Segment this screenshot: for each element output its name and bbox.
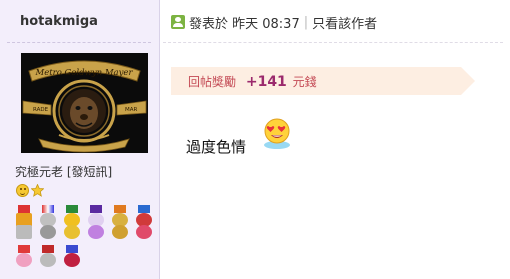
avatar-side-text-left: RADE bbox=[33, 107, 49, 113]
user-post-icon bbox=[171, 15, 185, 29]
author-sidebar: hotakmiga Metro Goldwyn Mayer RADE MAR 究… bbox=[0, 0, 160, 279]
user-rank: 究極元老 [發短訊] bbox=[15, 163, 112, 180]
reward-label: 回帖獎勵 bbox=[188, 75, 237, 89]
medal-icon[interactable] bbox=[111, 223, 129, 245]
post-timestamp: 發表於 昨天 08:37 bbox=[189, 16, 300, 32]
view-author-only-link[interactable]: 只看該作者 bbox=[312, 13, 377, 32]
rank-stars bbox=[16, 184, 44, 197]
medal-icon[interactable] bbox=[39, 245, 57, 267]
rank-title: 究極元老 bbox=[15, 165, 64, 179]
meta-separator: | bbox=[303, 14, 309, 30]
mgm-logo-image: Metro Goldwyn Mayer RADE MAR bbox=[21, 53, 148, 153]
reward-unit: 元錢 bbox=[292, 75, 317, 89]
medal-icon[interactable] bbox=[63, 223, 81, 245]
reply-reward-banner: 回帖獎勵 +141 元錢 bbox=[171, 67, 475, 95]
smiley-icon bbox=[16, 184, 29, 197]
medal-icon[interactable] bbox=[63, 245, 81, 267]
post-meta: 發表於 昨天 08:37 | 只看該作者 bbox=[171, 10, 377, 34]
post-message: 過度色情 bbox=[186, 138, 247, 156]
avatar[interactable]: Metro Goldwyn Mayer RADE MAR bbox=[21, 53, 148, 153]
avatar-side-text-right: MAR bbox=[125, 107, 138, 113]
medal-icon[interactable] bbox=[15, 223, 33, 245]
send-pm-link[interactable]: [發短訊] bbox=[67, 165, 112, 179]
medal-icon[interactable] bbox=[39, 223, 57, 245]
star-icon bbox=[31, 184, 44, 197]
heart-eyes-smiley-icon bbox=[261, 116, 293, 150]
medal-icon[interactable] bbox=[15, 245, 33, 267]
medal-icon[interactable] bbox=[87, 223, 105, 245]
avatar-banner-text: Metro Goldwyn Mayer bbox=[34, 68, 133, 78]
reward-amount: +141 bbox=[245, 74, 287, 90]
username-link[interactable]: hotakmiga bbox=[20, 14, 98, 29]
sidebar-divider bbox=[7, 42, 151, 43]
post-header-divider bbox=[163, 42, 503, 43]
medal-icon[interactable] bbox=[135, 223, 153, 245]
